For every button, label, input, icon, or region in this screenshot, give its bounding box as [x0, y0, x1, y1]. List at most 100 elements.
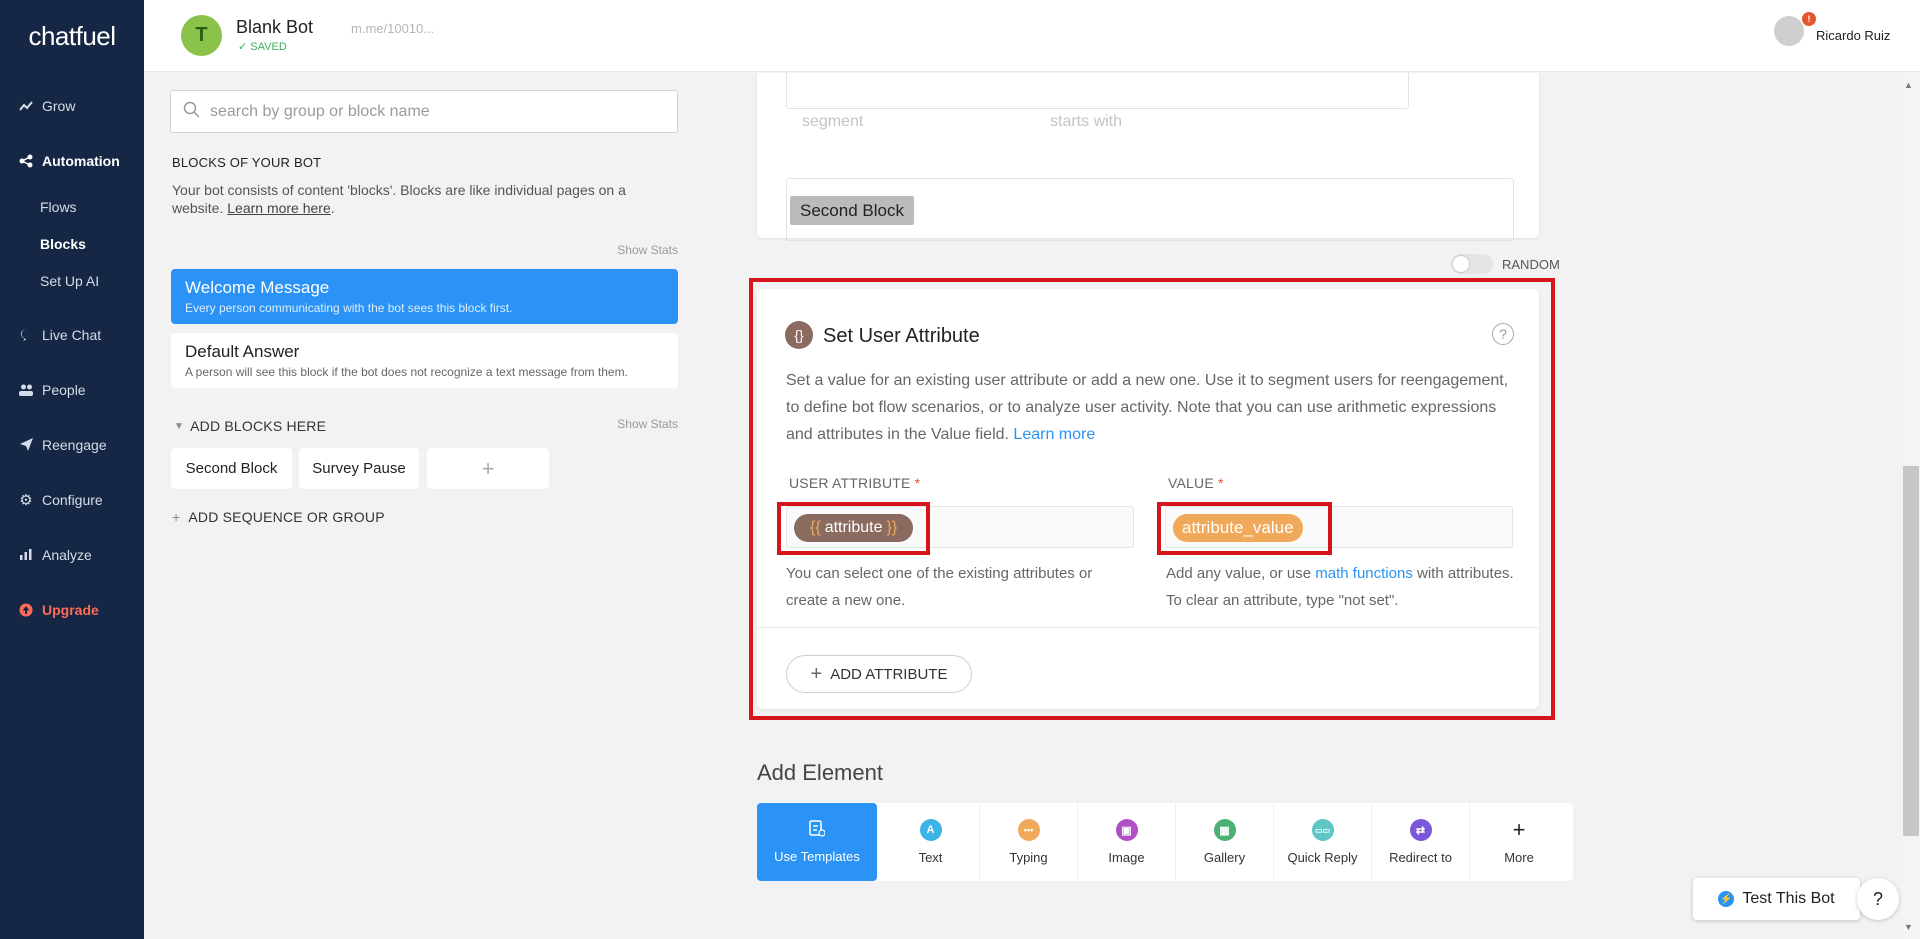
nav-item-label: Analyze: [42, 546, 92, 563]
flow-icon: [18, 153, 34, 169]
nav-item-label: Live Chat: [42, 326, 102, 343]
more-elements-button[interactable]: + More: [1470, 803, 1568, 881]
braces-icon: {}: [785, 321, 813, 349]
use-templates-button[interactable]: Use Templates: [757, 803, 877, 881]
show-stats-link-2[interactable]: Show Stats: [617, 417, 678, 431]
upgrade-icon: [18, 602, 34, 618]
notification-badge[interactable]: !: [1802, 12, 1816, 26]
nav-item-configure[interactable]: ⚙ Configure: [0, 472, 144, 527]
scrollbar-thumb[interactable]: [1903, 466, 1919, 836]
bot-name[interactable]: Blank Bot: [236, 17, 313, 38]
nav-item-label: Upgrade: [42, 601, 99, 618]
add-block-button[interactable]: +: [427, 448, 549, 489]
gear-icon: ⚙: [19, 491, 33, 509]
block-chip-second-block[interactable]: Second Block: [171, 448, 292, 489]
blocks-panel: BLOCKS OF YOUR BOT Your bot consists of …: [144, 73, 707, 939]
learn-more-link[interactable]: Learn more here: [227, 200, 331, 216]
chat-icon: [18, 327, 34, 343]
nav-item-upgrade[interactable]: Upgrade: [0, 582, 144, 637]
add-sequence-button[interactable]: + ADD SEQUENCE OR GROUP: [172, 509, 385, 525]
nav-item-grow[interactable]: Grow: [0, 78, 144, 133]
math-functions-link[interactable]: math functions: [1315, 565, 1413, 582]
nav-sub-flows[interactable]: Flows: [0, 188, 144, 225]
nav-item-label: Configure: [42, 491, 103, 508]
plus-icon: +: [172, 509, 181, 525]
add-element-title: Add Element: [757, 760, 883, 785]
redirect-icon: ⇄: [1409, 819, 1432, 841]
bar-chart-icon: [18, 547, 34, 563]
check-icon: ✓: [238, 41, 251, 53]
block-desc: Every person communicating with the bot …: [185, 301, 513, 315]
nav-item-analyze[interactable]: Analyze: [0, 527, 144, 582]
trend-icon: [18, 98, 34, 114]
bot-avatar[interactable]: T: [181, 15, 222, 56]
nav-item-people[interactable]: People: [0, 362, 144, 417]
add-blocks-group-header[interactable]: ▼ ADD BLOCKS HERE: [174, 418, 326, 434]
help-button[interactable]: ?: [1857, 878, 1899, 920]
search-input[interactable]: [210, 102, 650, 121]
block-chip-survey-pause[interactable]: Survey Pause: [299, 448, 419, 489]
chatfuel-logo[interactable]: chatfuel: [0, 0, 144, 72]
block-title: Default Answer: [185, 342, 300, 361]
blocks-section-title: BLOCKS OF YOUR BOT: [172, 155, 322, 170]
bot-link[interactable]: m.me/10010...: [351, 21, 434, 36]
nav-item-reengage[interactable]: Reengage: [0, 417, 144, 472]
nav-item-label: Reengage: [42, 436, 107, 453]
nav-item-live-chat[interactable]: Live Chat: [0, 307, 144, 362]
help-icon[interactable]: ?: [1492, 323, 1514, 345]
add-typing-button[interactable]: ••• Typing: [980, 803, 1078, 881]
learn-more-link[interactable]: Learn more: [1013, 426, 1095, 443]
nav-item-automation[interactable]: Automation: [0, 133, 144, 188]
typing-icon: •••: [1017, 819, 1040, 841]
caret-down-icon: ▼: [174, 420, 185, 432]
add-image-button[interactable]: ▣ Image: [1078, 803, 1176, 881]
image-icon: ▣: [1115, 819, 1138, 841]
user-name[interactable]: Ricardo Ruiz: [1816, 28, 1890, 43]
nav-item-label: Automation: [42, 152, 120, 169]
add-element-bar: Use Templates A Text ••• Typing ▣ Image …: [757, 803, 1573, 881]
nav-sub-setup-ai[interactable]: Set Up AI: [0, 262, 144, 299]
segment-label: segment: [802, 113, 864, 130]
segment-filter-field[interactable]: [786, 73, 1409, 109]
gallery-icon: ▦: [1213, 819, 1236, 841]
go-to-block-chip[interactable]: Second Block: [790, 196, 914, 225]
card-title: Set User Attribute: [823, 325, 980, 347]
add-text-button[interactable]: A Text: [882, 803, 980, 881]
random-toggle[interactable]: [1451, 254, 1493, 274]
show-stats-link[interactable]: Show Stats: [617, 243, 678, 257]
user-avatar[interactable]: [1774, 16, 1804, 46]
top-header: T Blank Bot ✓ SAVED m.me/10010... ! Rica…: [144, 0, 1920, 72]
add-gallery-button[interactable]: ▦ Gallery: [1176, 803, 1274, 881]
block-card-welcome[interactable]: Welcome Message Every person communicati…: [171, 269, 678, 324]
scroll-down-arrow-icon[interactable]: ▼: [1904, 922, 1913, 932]
editor-area: segment starts with Second Block RANDOM …: [707, 73, 1902, 939]
blocks-section-desc: Your bot consists of content 'blocks'. B…: [172, 182, 626, 216]
highlight-attribute: [777, 502, 930, 555]
block-card-default-answer[interactable]: Default Answer A person will see this bl…: [171, 333, 678, 388]
send-icon: [18, 437, 34, 453]
plus-icon: +: [1512, 817, 1526, 842]
saved-status: ✓ SAVED: [238, 41, 287, 53]
block-search[interactable]: [170, 90, 678, 133]
add-quick-reply-button[interactable]: ▭▭ Quick Reply: [1274, 803, 1372, 881]
go-to-block-card: segment starts with Second Block RANDOM: [757, 73, 1560, 274]
nav-sub-blocks[interactable]: Blocks: [0, 225, 144, 262]
main-nav: chatfuel Grow Automation Flows Blocks Se…: [0, 0, 144, 939]
nav-item-label: Grow: [42, 97, 76, 114]
template-icon: [809, 820, 826, 840]
plus-icon: +: [810, 662, 823, 685]
add-attribute-button[interactable]: + ADD ATTRIBUTE: [786, 655, 972, 693]
test-this-bot-button[interactable]: ⚡ Test This Bot: [1693, 878, 1860, 920]
value-label: VALUE *: [1168, 475, 1224, 491]
add-redirect-button[interactable]: ⇄ Redirect to: [1372, 803, 1470, 881]
card-divider: [757, 627, 1539, 628]
search-icon: [183, 101, 200, 123]
block-desc: A person will see this block if the bot …: [185, 365, 628, 379]
attribute-hint: You can select one of the existing attri…: [786, 565, 1093, 609]
text-icon: A: [919, 819, 942, 841]
block-title: Welcome Message: [185, 278, 330, 297]
scroll-up-arrow-icon[interactable]: ▲: [1904, 80, 1913, 90]
quick-reply-icon: ▭▭: [1311, 819, 1334, 841]
messenger-icon: ⚡: [1718, 891, 1735, 907]
random-label: RANDOM: [1502, 257, 1560, 272]
